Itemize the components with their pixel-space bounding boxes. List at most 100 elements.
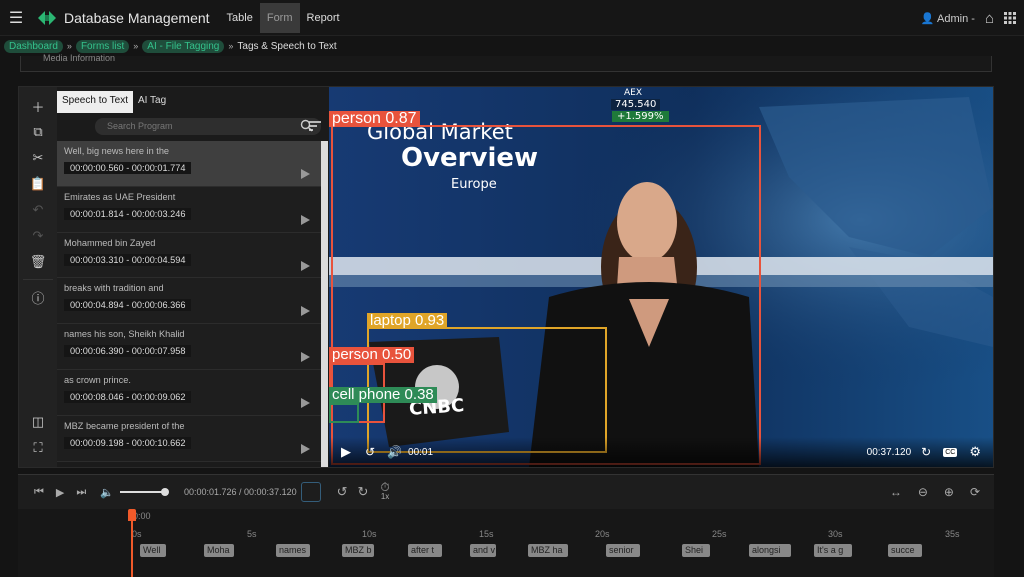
skip-forward-10-icon[interactable]: ↻ (921, 445, 931, 459)
clip-segment[interactable]: Well (140, 544, 166, 557)
clip-segment[interactable]: MBZ b (342, 544, 374, 557)
clip-segment[interactable]: It's a g (814, 544, 852, 557)
list-item[interactable]: names his son, Sheikh Khalid 00:00:06.39… (57, 324, 321, 370)
list-item[interactable]: MBZ became president of the 00:00:09.198… (57, 415, 321, 462)
breadcrumb-forms-list[interactable]: Forms list (75, 39, 130, 53)
clip-segment[interactable]: Moha (204, 544, 234, 557)
play-icon[interactable]: ▶ (341, 444, 351, 460)
volume-icon[interactable]: 🔈 (100, 486, 114, 499)
panel-toggle-icon[interactable]: ◫ (27, 411, 49, 433)
playhead-handle-icon[interactable] (300, 482, 321, 502)
volume-slider-knob[interactable] (160, 488, 169, 496)
breadcrumb-separator: » (66, 41, 72, 51)
clip-segment[interactable]: names (276, 544, 310, 557)
video-duration: 00:37.120 (866, 446, 912, 458)
video-controls: ▶ ↺ 🔊 00:01 00:37.120 ↻ CC ⚙ (329, 437, 993, 467)
transcript-text: MBZ became president of the (64, 420, 185, 431)
tick-label: 30s (828, 529, 843, 539)
timeline-play-icon[interactable]: ▶ (56, 486, 64, 499)
play-icon[interactable] (301, 306, 310, 317)
transcript-time: 00:00:08.046 - 00:00:09.062 (64, 390, 192, 403)
speed-gauge-icon: ⏱ (380, 480, 390, 494)
tick-label: 20s (595, 529, 610, 539)
breadcrumb-ai-file-tagging[interactable]: AI - File Tagging (142, 39, 225, 53)
transcript-text: Mohammed bin Zayed (64, 237, 156, 248)
add-icon[interactable]: ＋ (27, 95, 49, 117)
playhead[interactable] (128, 509, 136, 521)
tick-label: 5s (247, 529, 257, 539)
tab-speech-to-text[interactable]: Speech to Text (57, 91, 133, 113)
speed-control[interactable]: ⏱ 1x (380, 480, 390, 502)
home-icon[interactable]: ⌂ (985, 10, 994, 27)
play-icon[interactable] (301, 352, 310, 363)
clip-segment[interactable]: MBZ ha (528, 544, 568, 557)
video-player[interactable]: Global Market Overview Europe AEX 745.54… (329, 87, 993, 467)
timeline-track[interactable]: 0:00 0s 5s 10s 15s 20s 25s 30s 35s Well … (18, 509, 994, 577)
sort-icon[interactable] (309, 119, 321, 133)
list-item[interactable]: Emirates as UAE President 00:00:01.814 -… (57, 186, 321, 233)
list-item[interactable]: breaks with tradition and 00:00:04.894 -… (57, 278, 321, 325)
clip-segment[interactable]: succe (888, 544, 922, 557)
previous-icon[interactable]: ⏮ (34, 486, 44, 499)
clip-segment[interactable]: Shei (682, 544, 710, 557)
app-title: Database Management (64, 9, 210, 26)
tick-label: 35s (945, 529, 960, 539)
transcript-text: names his son, Sheikh Khalid (64, 329, 185, 340)
breadcrumb-dashboard[interactable]: Dashboard (4, 39, 63, 53)
redo-icon[interactable]: ↷ (27, 225, 49, 247)
ticker-name: AEX (624, 88, 643, 98)
reset-icon[interactable]: ⟳ (970, 485, 980, 499)
timeline-panel: ⏮ ▶ ⏭ 🔈 00:00:01.726 / 00:00:37.120 ↺ ↻ … (18, 474, 994, 577)
help-icon[interactable]: ⓘ (27, 286, 49, 308)
forward-icon[interactable]: ↻ (358, 484, 369, 500)
nav-tab-report[interactable]: Report (300, 3, 347, 33)
play-icon[interactable] (301, 260, 310, 271)
ticker-value: 745.540 (611, 99, 661, 110)
nav-tab-form[interactable]: Form (259, 2, 300, 33)
trash-icon[interactable]: 🗑 (27, 251, 49, 273)
clip-segment[interactable]: alongsi (749, 544, 791, 557)
next-icon[interactable]: ⏭ (76, 486, 86, 499)
transcript-time: 00:00:00.560 - 00:00:01.774 (64, 162, 192, 174)
transcript-text: Well, big news here in the (64, 146, 170, 156)
fit-width-icon[interactable]: ↔ (890, 485, 902, 499)
clipboard-icon[interactable]: 📋 (27, 173, 49, 195)
play-icon[interactable] (301, 397, 310, 408)
transcript-text: as crown prince. (64, 374, 131, 385)
volume-icon[interactable]: 🔊 (387, 445, 402, 459)
play-icon[interactable] (301, 214, 310, 225)
search-input[interactable]: Search Program (95, 118, 321, 135)
tab-ai-tag[interactable]: AI Tag (133, 91, 171, 113)
nav-tab-table[interactable]: Table (220, 3, 260, 33)
undo-icon[interactable]: ↶ (27, 199, 49, 221)
list-item[interactable]: Well, big news here in the 00:00:00.560 … (57, 141, 321, 187)
menu-icon[interactable]: ☰ (2, 0, 30, 36)
play-icon[interactable] (301, 443, 310, 454)
list-item[interactable]: Mohammed bin Zayed 00:00:03.310 - 00:00:… (57, 232, 321, 279)
tick-label: 10s (362, 529, 377, 539)
settings-gear-icon[interactable]: ⚙ (969, 444, 981, 460)
ticker-change: +1.599% (612, 111, 669, 122)
clip-segment[interactable]: and v (470, 544, 496, 557)
user-menu[interactable]: 👤 Admin - (921, 12, 975, 25)
breadcrumb-separator: » (133, 41, 139, 51)
detection-box-cell-phone (329, 403, 359, 423)
zoom-out-icon[interactable]: ⊖ (918, 485, 928, 499)
volume-slider[interactable] (119, 488, 169, 496)
apps-grid-icon[interactable] (1004, 12, 1016, 24)
copy-icon[interactable]: ⧉ (27, 121, 49, 143)
skip-back-10-icon[interactable]: ↺ (365, 445, 375, 459)
list-item[interactable]: as crown prince. 00:00:08.046 - 00:00:09… (57, 369, 321, 416)
clip-segment[interactable]: senior (606, 544, 640, 557)
play-icon[interactable] (301, 169, 310, 179)
clip-segment[interactable]: after t (408, 544, 442, 557)
scrollbar-thumb[interactable] (321, 141, 328, 467)
transcript-time: 00:00:06.390 - 00:00:07.958 (64, 345, 192, 358)
fullscreen-icon[interactable]: ⛶ (27, 437, 49, 459)
scissors-icon[interactable]: ✂ (27, 147, 49, 169)
transcript-list: Well, big news here in the 00:00:00.560 … (57, 141, 321, 467)
zoom-in-icon[interactable]: ⊕ (944, 485, 954, 499)
captions-icon[interactable]: CC (943, 447, 958, 457)
transcript-scrollbar[interactable] (321, 141, 328, 467)
rewind-icon[interactable]: ↺ (337, 484, 348, 500)
